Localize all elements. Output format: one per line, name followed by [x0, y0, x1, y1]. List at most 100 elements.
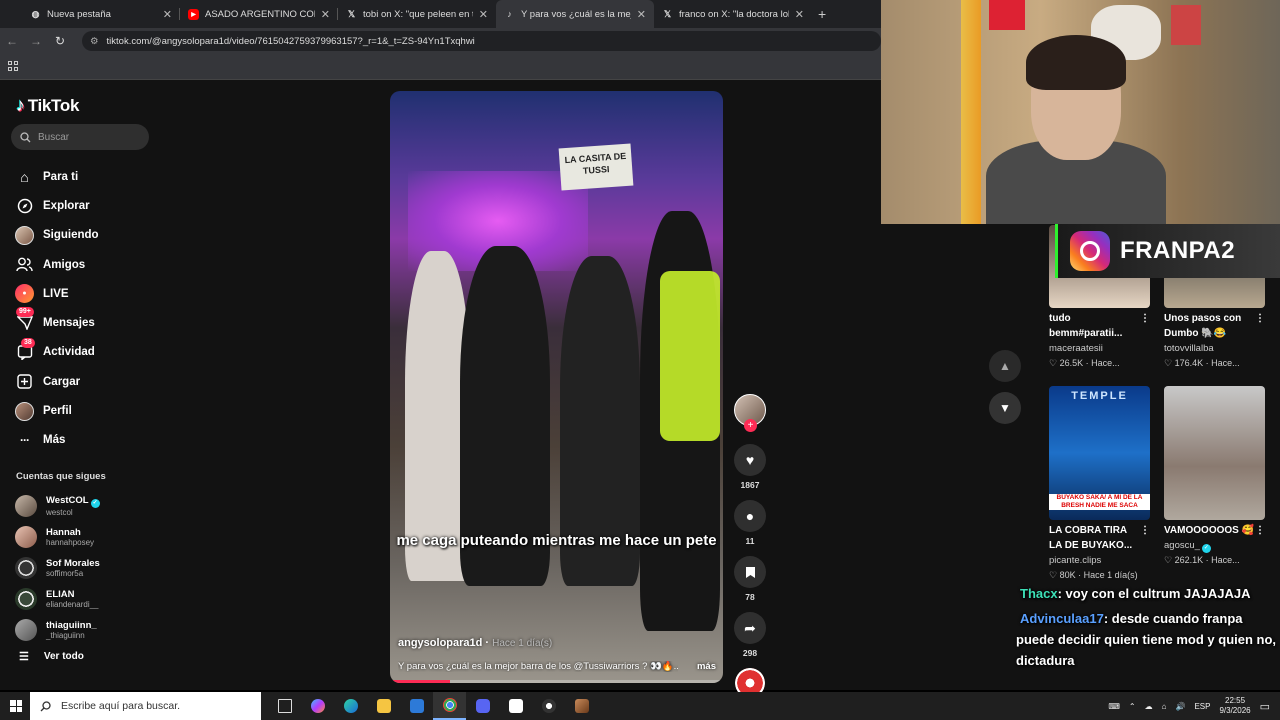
browser-tab[interactable]: 𝕏 franco on X: "la doctora lola la ✕: [654, 0, 812, 28]
chevron-up-icon[interactable]: ▲: [989, 350, 1021, 382]
sidebar-item-mas[interactable]: ··· Más: [15, 426, 99, 455]
new-tab-button[interactable]: +: [818, 6, 826, 22]
sidebar-item-amigos[interactable]: Amigos: [15, 250, 99, 279]
file-explorer-icon[interactable]: [367, 692, 400, 720]
copilot-icon[interactable]: [301, 692, 334, 720]
more-link[interactable]: más: [697, 661, 716, 672]
app-icon[interactable]: [565, 692, 598, 720]
cloud-icon[interactable]: ☁: [1145, 702, 1153, 711]
avatar: [15, 525, 37, 548]
taskbar-search[interactable]: Escribe aquí para buscar.: [30, 692, 261, 720]
more-options-icon[interactable]: ⋮: [1140, 523, 1150, 553]
following-user: hannahposey: [46, 537, 95, 547]
search-icon: [40, 700, 51, 711]
keyboard-icon[interactable]: ⌨: [1108, 702, 1120, 711]
card-title: VAMOOOOOOS 🥰: [1164, 525, 1255, 536]
like-button[interactable]: ♥ 1867: [734, 444, 766, 490]
sidebar-item-actividad[interactable]: 38 Actividad: [15, 337, 99, 367]
following-item[interactable]: Hannah hannahposey: [15, 521, 100, 552]
reload-button[interactable]: ↻: [48, 34, 72, 48]
browser-tab[interactable]: ▶ ASADO ARGENTINO CON COSTILLAS ✕: [180, 0, 338, 28]
video-progress-bar[interactable]: [390, 680, 723, 683]
browser-tab[interactable]: 𝕏 tobi on X: "que peleen en tanga ✕: [338, 0, 496, 28]
capcut-icon[interactable]: [499, 692, 532, 720]
following-item[interactable]: ELIAN eliandenardi__: [15, 583, 100, 614]
card-stats: 80K · Hace 1 día(s): [1059, 570, 1138, 580]
close-tab-icon[interactable]: ✕: [163, 8, 172, 21]
windows-start-icon[interactable]: [10, 700, 22, 712]
see-all-button[interactable]: ☰ Ver todo: [19, 650, 84, 663]
search-input[interactable]: Buscar: [11, 124, 149, 150]
volume-icon[interactable]: 🔊: [1175, 702, 1185, 711]
more-options-icon[interactable]: ⋮: [1255, 523, 1265, 538]
url-field[interactable]: ⚙ tiktok.com/@angysolopara1d/video/76150…: [82, 31, 881, 51]
tab-title: Y para vos ¿cuál es la mejor barra: [521, 8, 631, 20]
task-view-icon[interactable]: [268, 692, 301, 720]
close-tab-icon[interactable]: ✕: [479, 8, 488, 21]
share-button[interactable]: ➦ 298: [734, 612, 766, 658]
video-author[interactable]: angysolopara1d · Hace 1 día(s): [398, 637, 552, 649]
follow-plus-icon[interactable]: +: [744, 419, 757, 432]
sidebar-item-para-ti[interactable]: ⌂ Para ti: [15, 162, 99, 191]
notifications-icon[interactable]: ▭: [1260, 700, 1270, 713]
site-info-icon[interactable]: ⚙: [90, 36, 99, 47]
avatar-icon: [15, 225, 34, 245]
close-tab-icon[interactable]: ✕: [795, 8, 804, 21]
language-indicator[interactable]: ESP: [1194, 702, 1210, 711]
heart-icon: ♥: [734, 444, 766, 476]
tray-overflow-icon[interactable]: ⌃: [1129, 702, 1136, 711]
sidebar-item-cargar[interactable]: Cargar: [15, 367, 99, 396]
following-item[interactable]: Sof Morales soffimor5a: [15, 552, 100, 583]
card-title: Unos pasos con Dumbo 🐘😂: [1164, 313, 1242, 339]
back-button[interactable]: ←: [0, 34, 24, 48]
video-author-name: angysolopara1d: [398, 637, 483, 649]
tiktok-logo[interactable]: ♪ TikTok: [16, 95, 79, 116]
recommended-card[interactable]: VAMOOOOOOS 🥰 ⋮ agoscu_ ✓ ♡ 262.1K · Hace..…: [1164, 386, 1265, 567]
browser-tab-active[interactable]: ♪ Y para vos ¿cuál es la mejor barra ✕: [496, 0, 654, 28]
network-icon[interactable]: ⌂: [1162, 702, 1167, 711]
save-button[interactable]: 78: [734, 556, 766, 602]
card-thumbnail: [1164, 386, 1265, 520]
sidebar-item-mensajes[interactable]: 99+ Mensajes: [15, 307, 99, 337]
card-title: LA COBRA TIRA LA DE BUYAKO...: [1049, 525, 1133, 551]
nav-label: Cargar: [43, 375, 81, 388]
edge-icon[interactable]: [334, 692, 367, 720]
chat-overlay: Thacx: voy con el cultrum JAJAJAJA Advin…: [1016, 583, 1280, 671]
comment-icon: ●: [734, 500, 766, 532]
apps-grid-icon[interactable]: [8, 61, 18, 71]
more-icon: ···: [20, 433, 30, 448]
sidebar-item-live[interactable]: ● LIVE: [15, 279, 99, 308]
following-item[interactable]: thiaguiinn_ _thiaguiinn: [15, 614, 100, 645]
discord-icon[interactable]: [466, 692, 499, 720]
sidebar-item-siguiendo[interactable]: Siguiendo: [15, 221, 99, 250]
forward-button[interactable]: →: [24, 34, 48, 48]
more-options-icon[interactable]: ⋮: [1255, 311, 1265, 341]
heart-outline-icon: ♡: [1049, 570, 1058, 580]
comment-button[interactable]: ● 11: [734, 500, 766, 546]
chat-message: Advinculaa17: desde cuando franpa puede …: [1016, 608, 1280, 671]
sidebar-item-explorar[interactable]: Explorar: [15, 191, 99, 220]
card-user: picante.clips: [1049, 555, 1102, 566]
close-tab-icon[interactable]: ✕: [321, 8, 330, 21]
close-tab-icon[interactable]: ✕: [637, 8, 646, 21]
recommended-card[interactable]: TEMPLE BUYAKO SAKA/ A MI DE LA BRESH NAD…: [1049, 386, 1150, 582]
following-item[interactable]: WestCOL ✓ westcol: [15, 490, 100, 521]
more-options-icon[interactable]: ⋮: [1140, 311, 1150, 341]
heart-outline-icon: ♡: [1049, 358, 1058, 368]
mail-icon[interactable]: [400, 692, 433, 720]
following-user: _thiaguiinn: [46, 630, 85, 640]
video-stage-sign: LA CASITA DE TUSSI: [558, 143, 634, 191]
obs-icon[interactable]: [532, 692, 565, 720]
browser-tab[interactable]: ◍ Nueva pestaña ✕: [22, 0, 180, 28]
video-player[interactable]: LA CASITA DE TUSSI me caga puteando mien…: [390, 91, 723, 683]
search-placeholder: Buscar: [38, 131, 70, 143]
video-nav-arrows: ▲ ▼: [989, 350, 1021, 434]
clock[interactable]: 22:55 9/3/2026: [1219, 696, 1250, 716]
following-user: westcol: [46, 507, 73, 517]
taskbar-search-placeholder: Escribe aquí para buscar.: [61, 700, 181, 712]
following-name: ELIAN: [46, 588, 75, 600]
author-avatar[interactable]: +: [734, 394, 766, 432]
chevron-down-icon[interactable]: ▼: [989, 392, 1021, 424]
sidebar-item-perfil[interactable]: Perfil: [15, 396, 99, 425]
chrome-icon[interactable]: [433, 692, 466, 720]
